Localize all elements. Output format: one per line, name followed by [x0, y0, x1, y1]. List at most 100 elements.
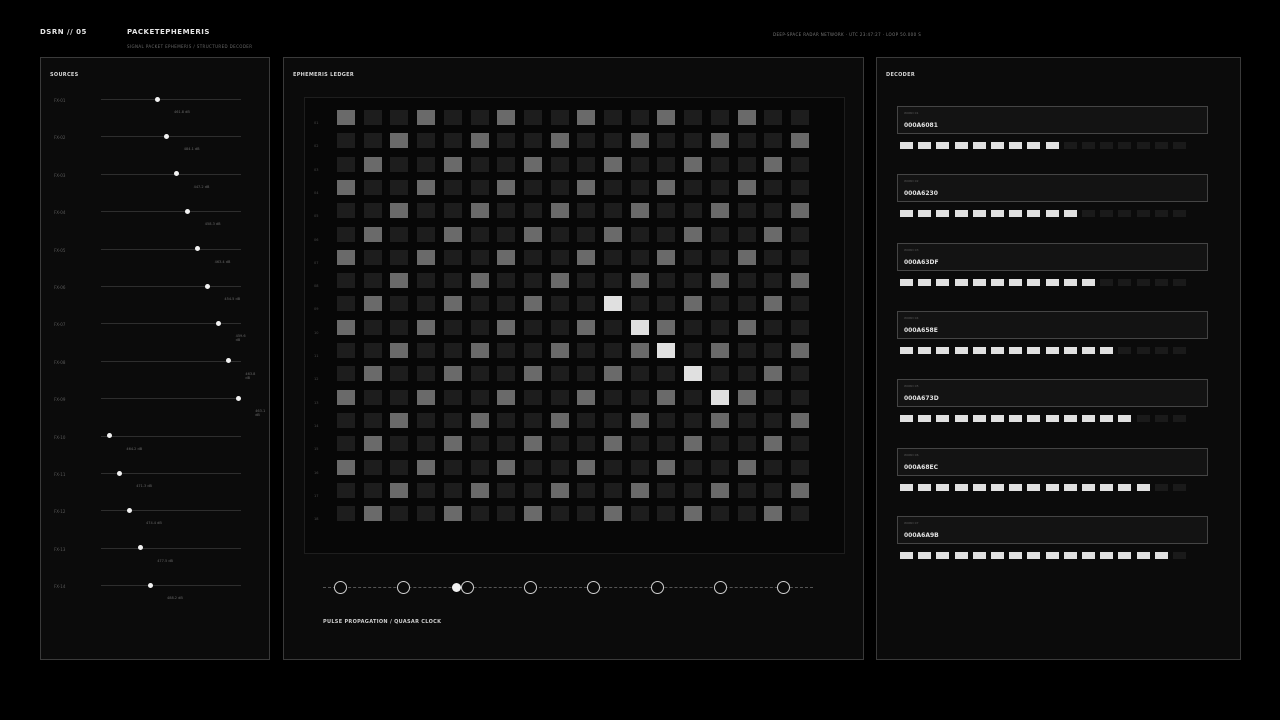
- ledger-cell: [363, 412, 382, 428]
- source-slider-knob[interactable]: [116, 470, 122, 476]
- ledger-cell: [550, 273, 569, 289]
- ledger-cell: [764, 179, 783, 195]
- source-slider-knob[interactable]: [126, 507, 132, 513]
- source-slider-knob[interactable]: [235, 395, 241, 401]
- source-slider-knob[interactable]: [185, 208, 191, 214]
- source-slider-knob[interactable]: [164, 133, 170, 139]
- source-slider-knob[interactable]: [225, 358, 231, 364]
- source-slider-knob[interactable]: [137, 545, 143, 551]
- ledger-cell: [363, 366, 382, 382]
- ledger-cell: [630, 389, 649, 405]
- ledger-cell: [523, 482, 542, 498]
- ledger-cell: [657, 226, 676, 242]
- decoder-bit: [936, 278, 950, 286]
- decoder-word-box: WORD 07 000A6A9B: [897, 515, 1208, 544]
- source-slider[interactable]: 477.5 dB: [101, 545, 241, 563]
- ledger-cell: [337, 249, 355, 265]
- source-label: FX-03: [54, 172, 66, 178]
- ledger-cell: [523, 459, 542, 475]
- source-slider[interactable]: 471.3 dB: [101, 470, 241, 488]
- source-slider-knob[interactable]: [147, 582, 153, 588]
- ledger-cell: [363, 156, 382, 172]
- source-slider[interactable]: 463.1 dB: [101, 395, 265, 417]
- ledger-cell: [550, 412, 569, 428]
- ledger-cell: [630, 133, 649, 149]
- row-label: 14: [314, 423, 319, 428]
- ledger-cell: [497, 412, 516, 428]
- decoder-bit: [1118, 278, 1132, 286]
- decoder-bit: [1063, 142, 1077, 149]
- ledger-cell: [443, 179, 462, 195]
- timeline-node[interactable]: [460, 581, 474, 594]
- ledger-cell: [390, 412, 409, 428]
- ledger-cell: [604, 249, 622, 265]
- decoder-bit: [1045, 551, 1059, 559]
- ledger-cell: [684, 319, 703, 335]
- decoder-bit: [1136, 415, 1150, 423]
- ledger-cell: [657, 389, 676, 405]
- timeline-node[interactable]: [713, 581, 727, 594]
- ledger-cell: [710, 156, 729, 172]
- ledger-cell: [657, 436, 676, 452]
- source-value: 477.5 dB: [157, 558, 173, 563]
- ledger-cell: [390, 296, 409, 312]
- source-slider-knob[interactable]: [154, 96, 160, 102]
- source-slider-knob[interactable]: [174, 171, 180, 177]
- timeline-node[interactable]: [587, 581, 601, 594]
- ledger-cell: [390, 506, 409, 522]
- decoder-word-tag: WORD 03: [904, 247, 919, 252]
- source-slider[interactable]: 463.8 dB: [101, 358, 255, 380]
- ledger-cell: [417, 319, 436, 335]
- source-slider[interactable]: 458.3 dB: [101, 208, 241, 226]
- ledger-cell: [550, 506, 569, 522]
- ledger-cell: [710, 296, 729, 312]
- source-slider-knob[interactable]: [204, 283, 210, 289]
- source-slider[interactable]: 474.4 dB: [101, 507, 241, 525]
- source-slider-knob[interactable]: [216, 320, 222, 326]
- row-label: 10: [314, 330, 319, 335]
- source-label: FX-12: [54, 509, 66, 515]
- source-slider[interactable]: 454.5 dB: [101, 283, 241, 301]
- ledger-cell: [497, 203, 516, 219]
- ledger-cell: [337, 389, 355, 405]
- source-slider[interactable]: 463.4 dB: [101, 246, 241, 264]
- ledger-cell: [497, 110, 516, 125]
- ledger-cell: [417, 296, 436, 312]
- decoder-bit: [1009, 415, 1023, 423]
- timeline-node[interactable]: [777, 581, 791, 594]
- timeline-node[interactable]: [650, 581, 664, 594]
- decoder-bit: [1027, 142, 1041, 149]
- ledger-cell: [790, 296, 809, 312]
- source-slider[interactable]: 488.2 dB: [101, 582, 241, 600]
- decoder-bit: [1173, 278, 1186, 286]
- source-slider[interactable]: 459.6 dB: [101, 320, 246, 342]
- source-slider[interactable]: 464.2 dB: [101, 433, 241, 451]
- ledger-cell: [417, 249, 436, 265]
- decoder-bit: [900, 346, 913, 354]
- source-label: FX-08: [54, 359, 66, 365]
- timeline-node[interactable]: [397, 581, 411, 594]
- source-slider[interactable]: 484.1 dB: [101, 133, 241, 151]
- decoder-bit: [1136, 278, 1150, 286]
- source-slider-knob[interactable]: [106, 433, 112, 439]
- timeline-node[interactable]: [334, 581, 347, 594]
- ledger-cell: [630, 482, 649, 498]
- ledger-cell: [497, 226, 516, 242]
- ledger-cell: [630, 436, 649, 452]
- ledger-cell: [363, 506, 382, 522]
- ledger-cell: [657, 506, 676, 522]
- decoder-bit: [900, 278, 913, 286]
- ledger-cell: [790, 110, 809, 125]
- source-slider-knob[interactable]: [195, 246, 201, 252]
- source-slider[interactable]: 461.8 dB: [101, 96, 241, 114]
- decoder-bit: [1045, 142, 1059, 149]
- decoder-bit: [918, 483, 932, 491]
- decoder-bit: [1063, 278, 1077, 286]
- ledger-cell: [337, 436, 355, 452]
- decoder-bit: [1045, 210, 1059, 218]
- ledger-cell: [523, 506, 542, 522]
- ledger-cell: [443, 389, 462, 405]
- source-slider[interactable]: 447.2 dB: [101, 171, 241, 189]
- timeline-node[interactable]: [523, 581, 537, 594]
- decoder-bit: [1009, 278, 1023, 286]
